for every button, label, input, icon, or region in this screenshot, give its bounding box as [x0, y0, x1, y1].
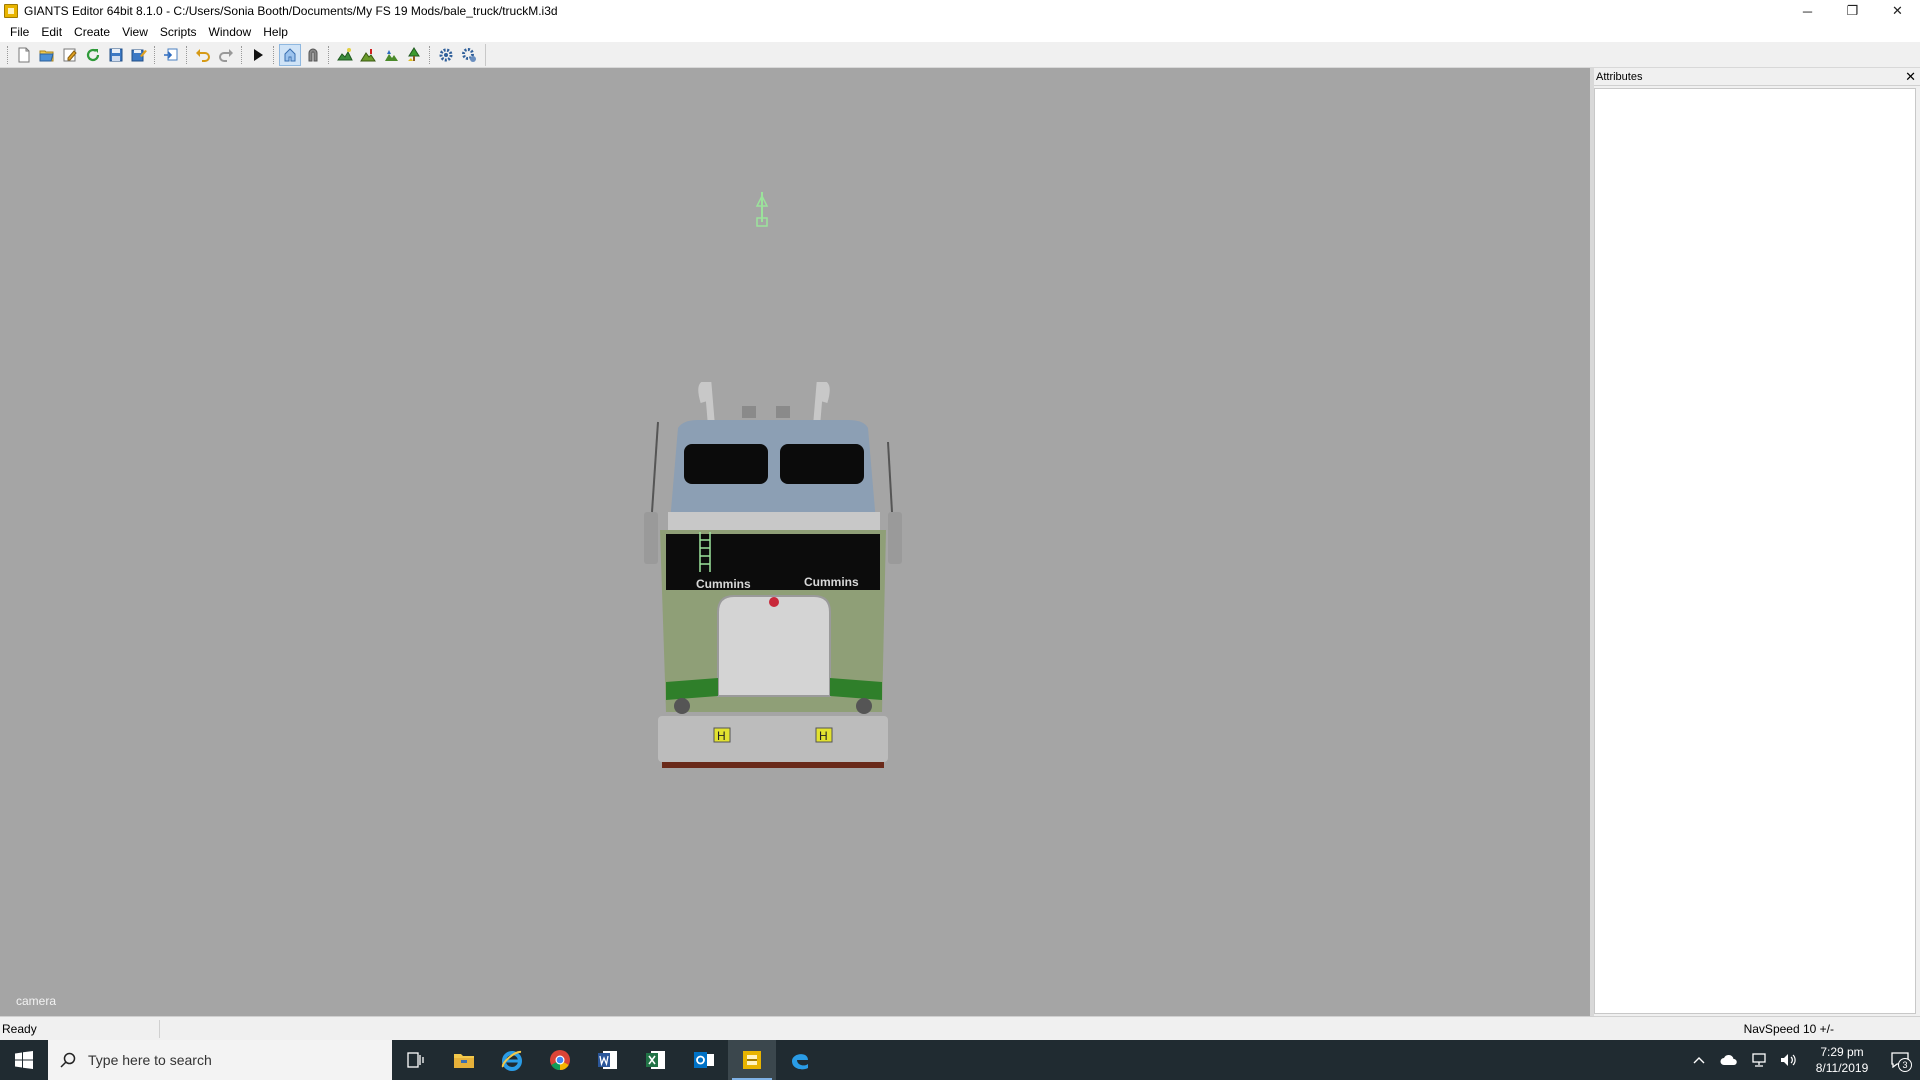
- windows-taskbar: Type here to search 7:29 pm 8/11/2019 3: [0, 1040, 1920, 1080]
- close-button[interactable]: ✕: [1875, 0, 1920, 22]
- toolbar-separator: [273, 45, 276, 64]
- open-folder-icon[interactable]: [36, 44, 58, 66]
- taskbar-clock[interactable]: 7:29 pm 8/11/2019: [1804, 1044, 1880, 1076]
- network-icon[interactable]: [1744, 1040, 1774, 1080]
- excel-icon[interactable]: [632, 1040, 680, 1080]
- title-bar: GIANTS Editor 64bit 8.1.0 - C:/Users/Son…: [0, 0, 1920, 22]
- word-icon[interactable]: [584, 1040, 632, 1080]
- outlook-icon[interactable]: [680, 1040, 728, 1080]
- attributes-panel: Attributes ✕: [1594, 68, 1920, 1016]
- play-icon[interactable]: [247, 44, 269, 66]
- transform-gizmo-icon[interactable]: [754, 192, 770, 228]
- navspeed-indicator: NavSpeed 10 +/-: [1743, 1021, 1834, 1036]
- show-hidden-icons-icon[interactable]: [1684, 1040, 1714, 1080]
- windows-logo-icon: [15, 1051, 33, 1069]
- menu-edit[interactable]: Edit: [35, 22, 68, 42]
- toolbar-grip[interactable]: [7, 45, 10, 64]
- menu-window[interactable]: Window: [203, 22, 258, 42]
- onedrive-icon[interactable]: [1714, 1040, 1744, 1080]
- clock-time: 7:29 pm: [1820, 1045, 1864, 1059]
- status-bar: Ready NavSpeed 10 +/-: [0, 1016, 1920, 1040]
- search-icon: [60, 1052, 76, 1068]
- magnet-icon[interactable]: [302, 44, 324, 66]
- refresh-icon[interactable]: [82, 44, 104, 66]
- restore-button[interactable]: ❐: [1830, 0, 1875, 22]
- toolbar-separator: [154, 45, 157, 64]
- chrome-icon[interactable]: [536, 1040, 584, 1080]
- attributes-body[interactable]: [1594, 88, 1916, 1014]
- edge-icon[interactable]: [776, 1040, 824, 1080]
- windshield-left-text: Cummins: [696, 577, 751, 591]
- system-tray: 7:29 pm 8/11/2019 3: [1684, 1040, 1920, 1080]
- status-text: Ready: [0, 1019, 160, 1038]
- save-icon[interactable]: [105, 44, 127, 66]
- file-explorer-icon[interactable]: [440, 1040, 488, 1080]
- window-controls: ─ ❐ ✕: [1785, 0, 1920, 22]
- internet-explorer-icon[interactable]: [488, 1040, 536, 1080]
- task-view-icon[interactable]: [392, 1040, 440, 1080]
- truck-model[interactable]: Cummins Cummins H H: [638, 382, 908, 772]
- settings-gear-icon[interactable]: [435, 44, 457, 66]
- volume-icon[interactable]: [1774, 1040, 1804, 1080]
- window-title: GIANTS Editor 64bit 8.1.0 - C:/Users/Son…: [24, 4, 558, 18]
- toolbar-end: [485, 43, 486, 66]
- notification-count-badge: 3: [1898, 1058, 1912, 1072]
- toolbar-separator: [186, 45, 189, 64]
- menu-file[interactable]: File: [4, 22, 35, 42]
- save-as-icon[interactable]: [128, 44, 150, 66]
- 3d-viewport[interactable]: Cummins Cummins H H camera: [0, 68, 1590, 1016]
- menu-view[interactable]: View: [116, 22, 154, 42]
- toolbar: [0, 42, 1920, 68]
- clock-date: 8/11/2019: [1815, 1061, 1869, 1075]
- edit-icon[interactable]: [59, 44, 81, 66]
- toolbar-separator: [429, 45, 432, 64]
- import-icon[interactable]: [160, 44, 182, 66]
- camera-label: camera: [16, 994, 57, 1008]
- giants-editor-icon[interactable]: [728, 1040, 776, 1080]
- attributes-header: Attributes ✕: [1594, 68, 1920, 86]
- foliage-icon[interactable]: [380, 44, 402, 66]
- undo-icon[interactable]: [192, 44, 214, 66]
- taskbar-search[interactable]: Type here to search: [48, 1040, 392, 1080]
- toolbar-separator: [241, 45, 244, 64]
- search-placeholder: Type here to search: [88, 1052, 212, 1068]
- menu-bar: File Edit Create View Scripts Window Hel…: [0, 22, 1920, 42]
- hazard-plate-right: H: [819, 729, 828, 743]
- attributes-title: Attributes: [1596, 70, 1643, 83]
- giants-editor-icon: [4, 4, 18, 18]
- minimize-button[interactable]: ─: [1785, 0, 1830, 22]
- menu-help[interactable]: Help: [257, 22, 294, 42]
- new-file-icon[interactable]: [13, 44, 35, 66]
- hazard-plate-left: H: [717, 729, 726, 743]
- advanced-settings-icon[interactable]: [458, 44, 480, 66]
- attributes-close-button[interactable]: ✕: [1905, 70, 1916, 83]
- windshield-right-text: Cummins: [804, 575, 859, 589]
- start-button[interactable]: [0, 1040, 48, 1080]
- terrain-height-icon[interactable]: [357, 44, 379, 66]
- tree-icon[interactable]: [403, 44, 425, 66]
- select-icon[interactable]: [279, 43, 301, 66]
- action-center-button[interactable]: 3: [1880, 1040, 1920, 1080]
- terrain-paint-icon[interactable]: [334, 44, 356, 66]
- redo-icon[interactable]: [215, 44, 237, 66]
- menu-scripts[interactable]: Scripts: [154, 22, 203, 42]
- menu-create[interactable]: Create: [68, 22, 116, 42]
- toolbar-separator: [328, 45, 331, 64]
